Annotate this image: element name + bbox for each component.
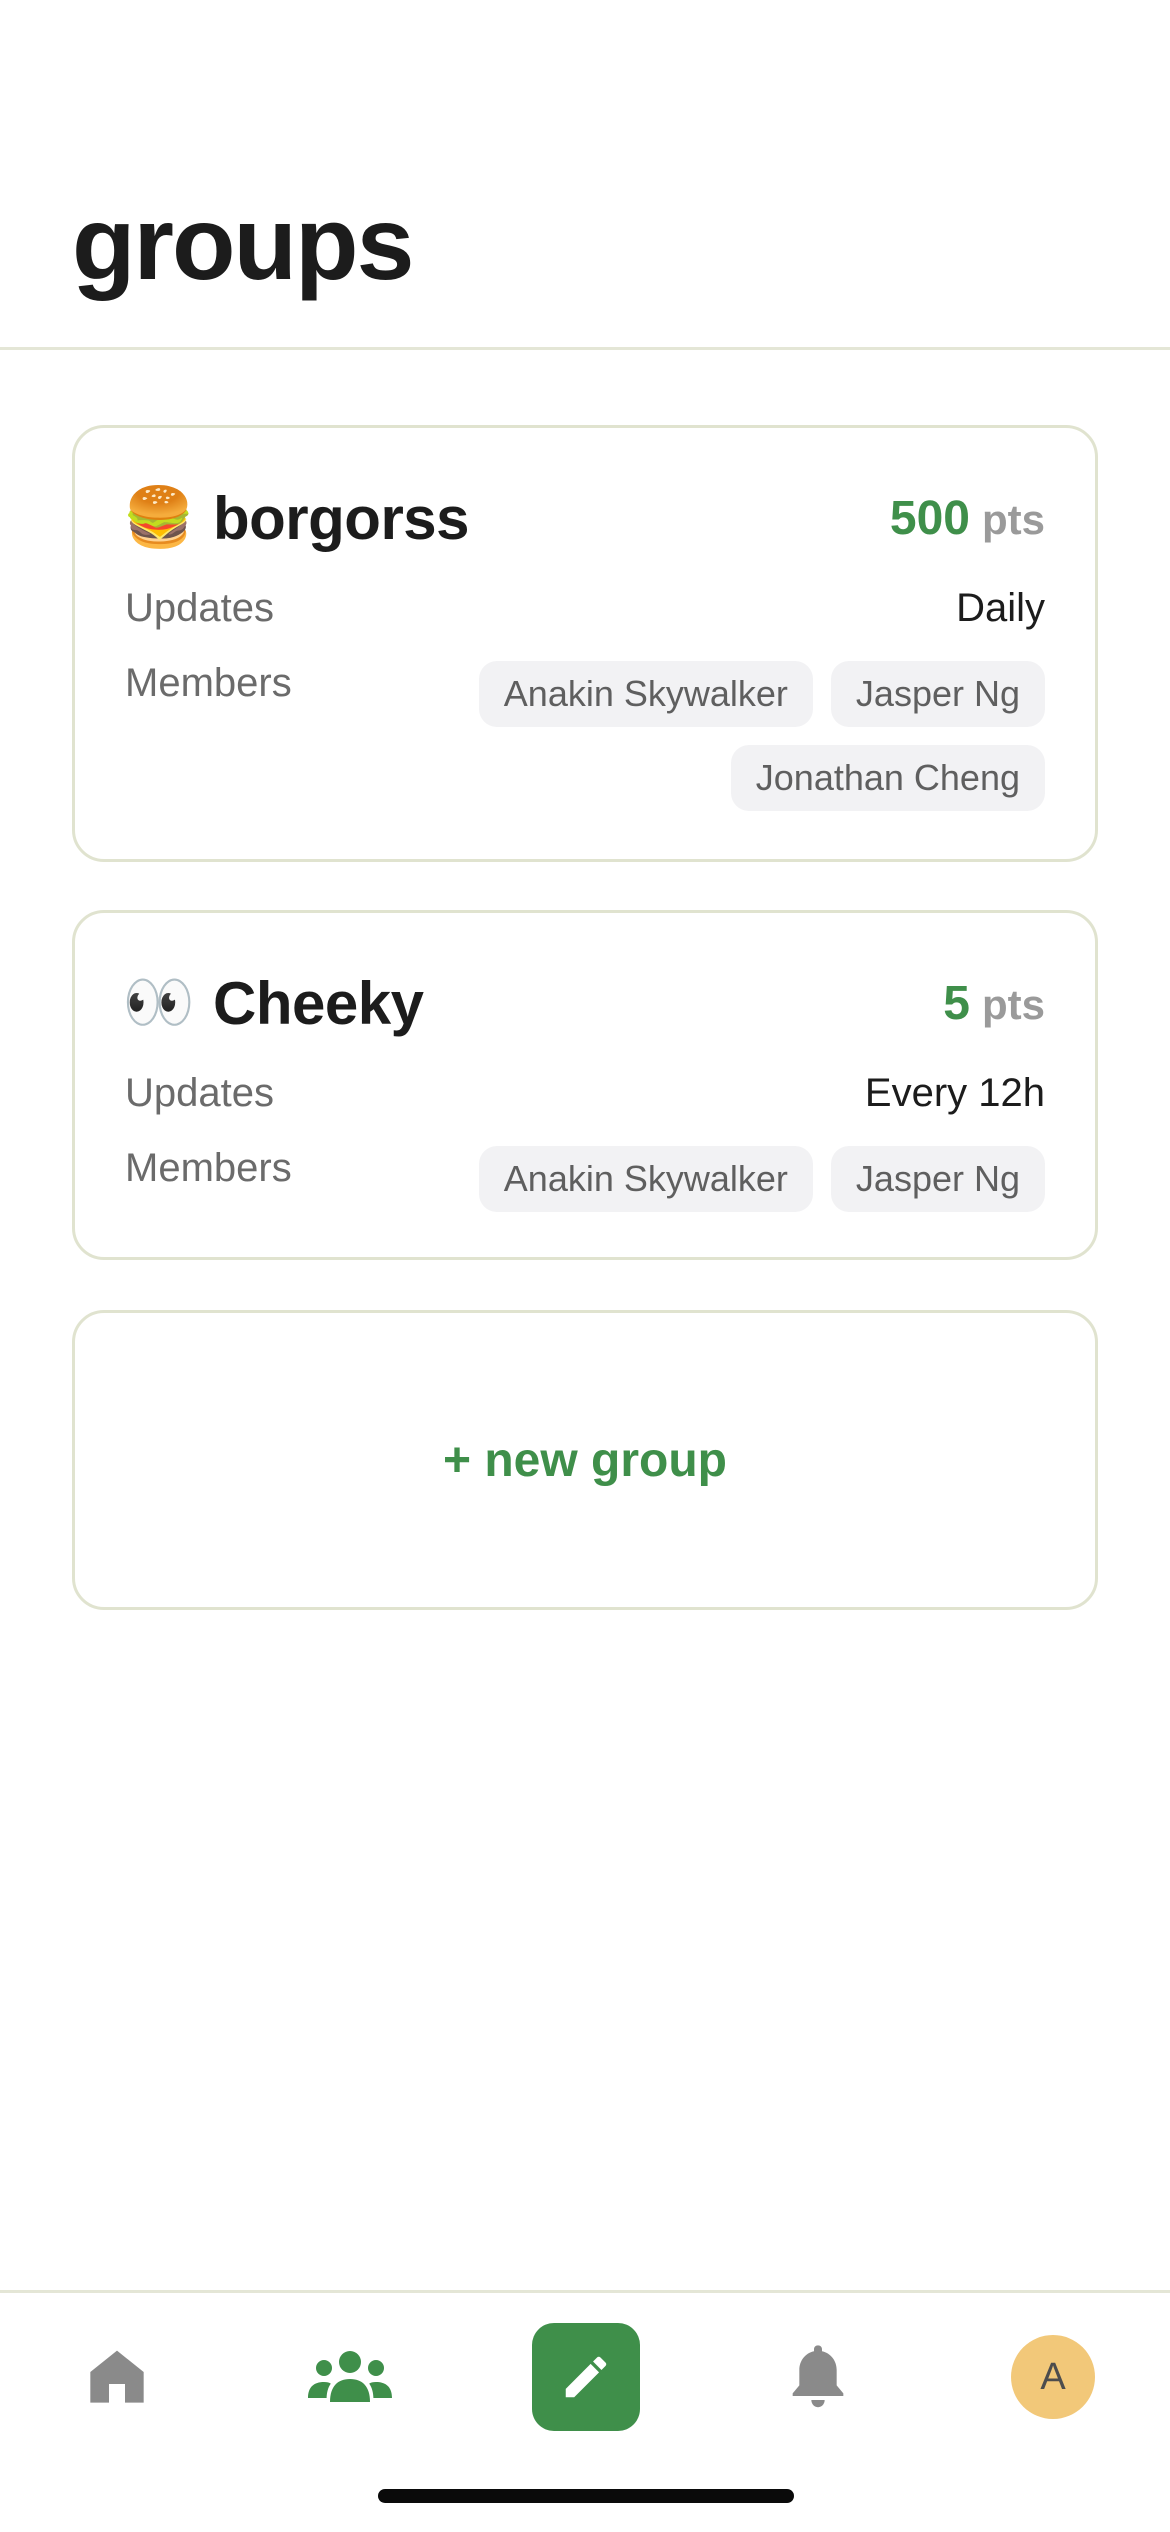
points-unit: pts — [982, 980, 1045, 1028]
group-name: borgorss — [213, 484, 470, 552]
group-name: Cheeky — [213, 969, 424, 1037]
group-card-cheeky[interactable]: 👀 Cheeky 5 pts Updates Every 12h Members… — [72, 910, 1098, 1260]
member-chips: Anakin Skywalker Jasper Ng Jonathan Chen… — [405, 661, 1045, 811]
group-card-header: 👀 Cheeky 5 pts — [122, 963, 1045, 1043]
new-group-label: + new group — [442, 1433, 727, 1487]
points-value: 5 — [943, 976, 970, 1030]
group-title: 🍔 borgorss — [122, 484, 470, 553]
group-points: 5 pts — [943, 976, 1045, 1031]
updates-label: Updates — [125, 586, 274, 630]
group-card-borgorss[interactable]: 🍔 borgorss 500 pts Updates Daily Members… — [72, 425, 1098, 862]
avatar-initial: A — [1040, 2355, 1066, 2398]
page-header: groups — [0, 0, 1170, 350]
member-chip: Jasper Ng — [830, 661, 1045, 727]
group-title: 👀 Cheeky — [122, 969, 424, 1038]
new-group-button[interactable]: + new group — [72, 1310, 1098, 1610]
group-points: 500 pts — [890, 491, 1045, 546]
member-chip: Anakin Skywalker — [478, 661, 813, 727]
groups-icon — [308, 2351, 392, 2402]
eyes-icon: 👀 — [122, 970, 196, 1035]
tab-home[interactable] — [57, 2321, 177, 2431]
points-value: 500 — [889, 491, 970, 545]
updates-value: Daily — [956, 586, 1045, 630]
member-chip: Jasper Ng — [830, 1146, 1045, 1212]
member-chips: Anakin Skywalker Jasper Ng — [405, 1146, 1045, 1212]
groups-screen: groups 🍔 borgorss 500 pts Updates Daily … — [0, 0, 1170, 2532]
pencil-icon — [565, 2356, 607, 2398]
group-card-header: 🍔 borgorss 500 pts — [122, 478, 1045, 558]
tab-groups[interactable] — [290, 2321, 410, 2431]
member-chip: Anakin Skywalker — [478, 1146, 813, 1212]
home-icon — [90, 2350, 144, 2403]
bell-icon — [792, 2345, 844, 2408]
updates-value: Every 12h — [864, 1071, 1045, 1115]
tab-notifications[interactable] — [758, 2321, 878, 2431]
member-chip: Jonathan Cheng — [730, 745, 1045, 811]
members-label: Members — [125, 1146, 292, 1190]
compose-button[interactable] — [532, 2323, 640, 2431]
home-indicator — [378, 2489, 794, 2503]
points-unit: pts — [982, 495, 1045, 543]
hamburger-icon: 🍔 — [122, 485, 196, 550]
avatar[interactable]: A — [1011, 2335, 1095, 2419]
updates-label: Updates — [125, 1071, 274, 1115]
members-label: Members — [125, 661, 292, 705]
page-title: groups — [72, 186, 414, 302]
